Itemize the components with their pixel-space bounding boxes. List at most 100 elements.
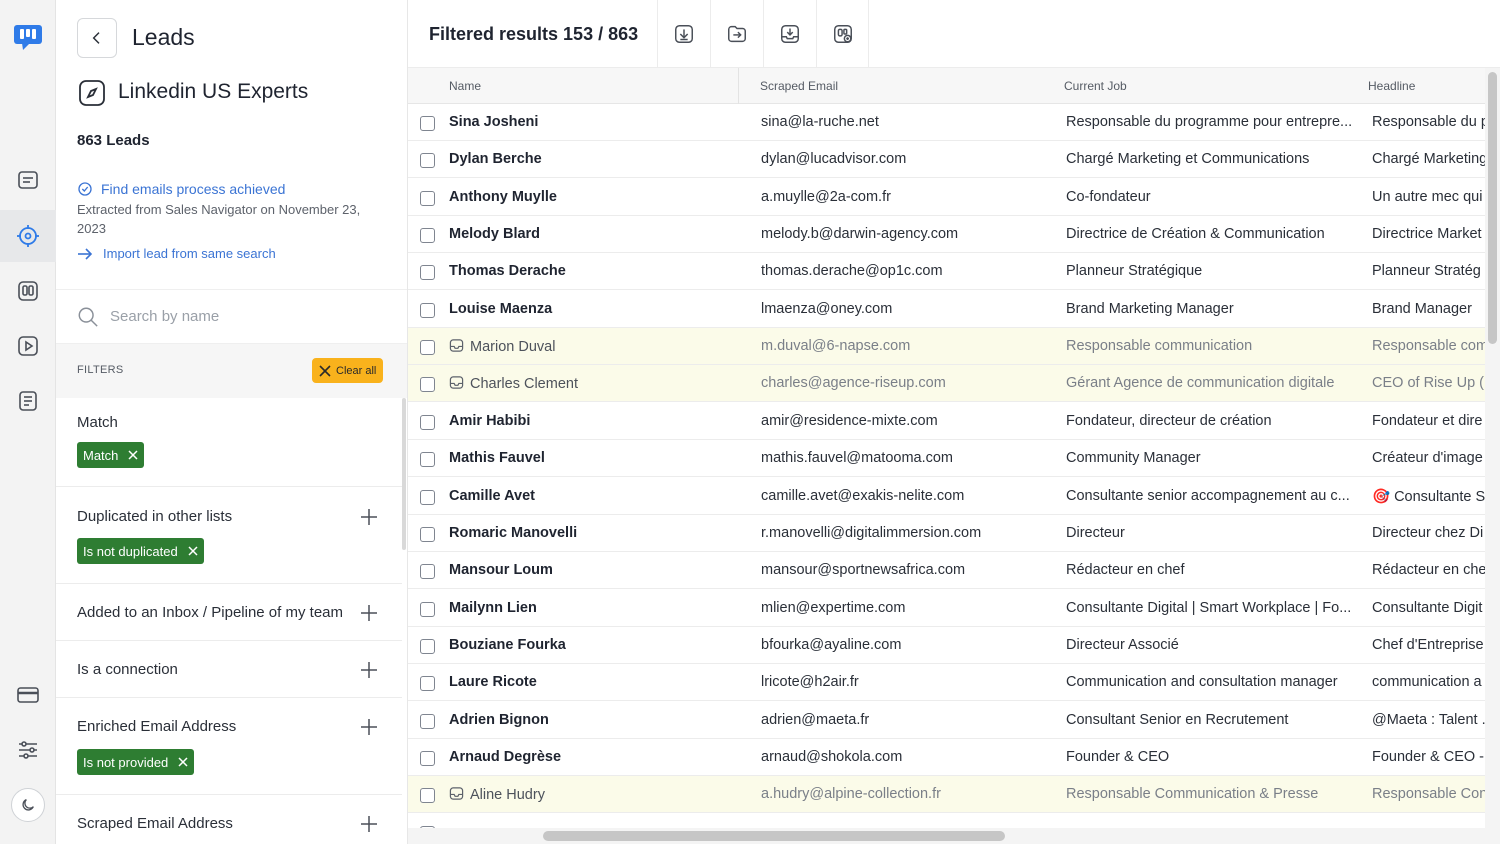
lead-name[interactable]: Louise Maenza: [449, 301, 734, 317]
add-filter-icon[interactable]: [359, 717, 379, 737]
filter-chip[interactable]: Match: [77, 442, 145, 468]
lead-name[interactable]: Mansour Loum: [449, 562, 734, 578]
remove-chip-icon[interactable]: [178, 757, 188, 767]
nav-leads[interactable]: [0, 210, 56, 262]
vertical-scrollbar[interactable]: [1485, 68, 1500, 828]
table-row[interactable]: Dylan Berche dylan@lucadvisor.com Chargé M…: [408, 141, 1500, 179]
column-header-job[interactable]: Current Job: [1064, 79, 1127, 93]
row-checkbox[interactable]: [420, 340, 435, 356]
table-row[interactable]: Mathis Fauvel mathis.fauvel@matooma.com Co…: [408, 440, 1500, 478]
table-row[interactable]: [408, 814, 1500, 828]
nav-messages[interactable]: [0, 155, 56, 207]
lead-name[interactable]: Romaric Manovelli: [449, 525, 734, 541]
nav-sequences[interactable]: [0, 320, 56, 372]
filter-chip[interactable]: Is not duplicated: [77, 538, 204, 564]
table-row[interactable]: Marion Duval m.duval@6-napse.com Responsab…: [408, 328, 1500, 366]
vertical-scroll-thumb[interactable]: [1488, 72, 1497, 344]
search-input[interactable]: [110, 308, 350, 325]
table-row[interactable]: Laure Ricote lricote@h2air.fr Communicatio…: [408, 664, 1500, 702]
row-checkbox[interactable]: [420, 116, 435, 131]
row-checkbox[interactable]: [420, 452, 435, 468]
row-checkbox[interactable]: [420, 489, 435, 505]
row-checkbox[interactable]: [420, 713, 435, 729]
table-row[interactable]: Louise Maenza lmaenza@oney.com Brand Marke…: [408, 291, 1500, 328]
lead-name[interactable]: Camille Avet: [449, 488, 734, 504]
add-filter-icon[interactable]: [359, 814, 379, 834]
app-logo-icon[interactable]: [14, 24, 42, 50]
filter-added-to-inbox[interactable]: Added to an Inbox / Pipeline of my team: [56, 584, 402, 641]
lead-name[interactable]: Mailynn Lien: [449, 600, 734, 616]
row-checkbox[interactable]: [420, 676, 435, 692]
clear-all-button[interactable]: Clear all: [312, 358, 384, 383]
lead-name[interactable]: Sina Josheni: [449, 114, 734, 130]
add-filter-icon[interactable]: [359, 660, 379, 680]
table-row[interactable]: Melody Blard melody.b@darwin-agency.com Di…: [408, 216, 1500, 254]
row-checkbox[interactable]: [420, 638, 435, 654]
filter-chip[interactable]: Is not provided: [77, 749, 195, 775]
remove-chip-icon[interactable]: [188, 546, 198, 556]
add-filter-icon[interactable]: [359, 603, 379, 623]
table-row[interactable]: Amir Habibi amir@residence-mixte.com Fonda…: [408, 403, 1500, 440]
import-lead-link[interactable]: Import lead from same search: [77, 246, 276, 261]
column-header-email[interactable]: Scraped Email: [760, 79, 838, 93]
panel-scrollbar[interactable]: [402, 398, 406, 550]
nav-billing[interactable]: [0, 669, 56, 721]
nav-notes[interactable]: [0, 375, 56, 427]
download-button[interactable]: [657, 0, 710, 68]
column-header-name[interactable]: Name: [449, 79, 481, 93]
add-filter-icon[interactable]: [359, 507, 379, 527]
row-checkbox[interactable]: [420, 228, 435, 244]
table-row[interactable]: Charles Clement charles@agence-riseup.com…: [408, 365, 1500, 403]
filter-is-connection[interactable]: Is a connection: [56, 641, 402, 698]
lead-name[interactable]: Arnaud Degrèse: [449, 749, 734, 765]
row-checkbox[interactable]: [420, 190, 435, 206]
column-divider[interactable]: [738, 68, 739, 104]
horizontal-scrollbar[interactable]: [408, 828, 1500, 844]
lead-name[interactable]: Thomas Derache: [449, 263, 734, 279]
theme-toggle[interactable]: [11, 788, 45, 822]
column-header-headline[interactable]: Headline: [1368, 79, 1415, 93]
lead-name[interactable]: Aline Hudry: [449, 786, 734, 803]
import-button[interactable]: [763, 0, 816, 68]
lead-name[interactable]: Mathis Fauvel: [449, 450, 734, 466]
lead-name[interactable]: Dylan Berche: [449, 151, 734, 167]
remove-chip-icon[interactable]: [128, 450, 138, 460]
horizontal-scroll-thumb[interactable]: [543, 831, 1005, 841]
row-checkbox[interactable]: [420, 265, 435, 281]
table-row[interactable]: Aline Hudry a.hudry@alpine-collection.fr R…: [408, 776, 1500, 814]
row-checkbox[interactable]: [420, 302, 435, 318]
table-row[interactable]: Mansour Loum mansour@sportnewsafrica.com R…: [408, 552, 1500, 590]
nav-board[interactable]: [0, 265, 56, 317]
lead-name[interactable]: Anthony Muylle: [449, 189, 734, 205]
table-row[interactable]: Sina Josheni sina@la-ruche.net Responsable…: [408, 104, 1500, 141]
export-button[interactable]: [710, 0, 763, 68]
table-row[interactable]: Adrien Bignon adrien@maeta.fr Consultant S…: [408, 702, 1500, 739]
lead-name[interactable]: Laure Ricote: [449, 674, 734, 690]
lead-name[interactable]: Marion Duval: [449, 338, 734, 355]
lead-email: melody.b@darwin-agency.com: [761, 226, 959, 243]
enrich-button[interactable]: [816, 0, 869, 68]
table-row[interactable]: Anthony Muylle a.muylle@2a-com.fr Co-fonda…: [408, 179, 1500, 216]
table-row[interactable]: Camille Avet camille.avet@exakis-nelite.c…: [408, 478, 1500, 515]
table-row[interactable]: Thomas Derache thomas.derache@op1c.com Pla…: [408, 253, 1500, 291]
table-row[interactable]: Romaric Manovelli r.manovelli@digitalimme…: [408, 515, 1500, 552]
row-checkbox[interactable]: [420, 788, 435, 804]
row-checkbox[interactable]: [420, 526, 435, 542]
lead-name[interactable]: Adrien Bignon: [449, 712, 734, 728]
table-row[interactable]: Bouziane Fourka bfourka@ayaline.com Direct…: [408, 627, 1500, 664]
lead-name[interactable]: Bouziane Fourka: [449, 637, 734, 653]
lead-name[interactable]: Amir Habibi: [449, 413, 734, 429]
row-checkbox[interactable]: [420, 377, 435, 393]
row-checkbox[interactable]: [420, 750, 435, 766]
lead-name[interactable]: Melody Blard: [449, 226, 734, 242]
lead-name[interactable]: Charles Clement: [449, 375, 734, 392]
row-checkbox[interactable]: [420, 153, 435, 169]
table-row[interactable]: Arnaud Degrèse arnaud@shokola.com Founder …: [408, 739, 1500, 776]
table-row[interactable]: Mailynn Lien mlien@expertime.com Consultan…: [408, 590, 1500, 627]
row-checkbox[interactable]: [420, 601, 435, 617]
nav-settings[interactable]: [0, 724, 56, 776]
back-button[interactable]: [77, 18, 117, 58]
filter-scraped-email[interactable]: Scraped Email Address: [56, 795, 402, 844]
row-checkbox[interactable]: [420, 414, 435, 430]
row-checkbox[interactable]: [420, 564, 435, 580]
